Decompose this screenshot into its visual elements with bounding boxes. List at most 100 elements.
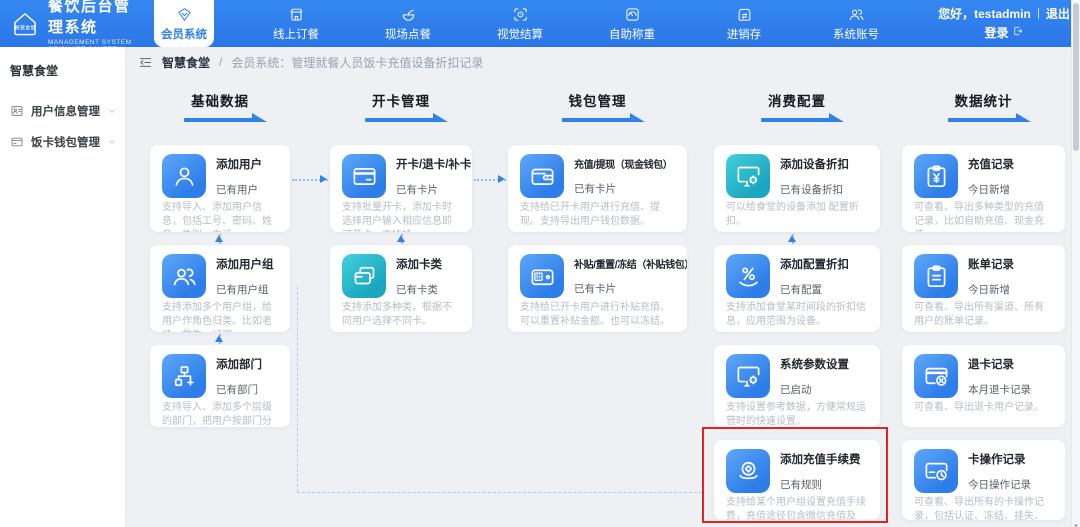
store-icon xyxy=(288,6,305,23)
card-description: 支持添加食堂某时间段的折扣信息，应用范围为设备。 xyxy=(726,302,866,328)
card-status: 已有设备折扣 xyxy=(780,184,843,196)
column-card-opening-management: 开卡管理开卡/退卡/补卡已有卡片支持批量开卡，添加卡时选择用户输入相应信息即可开… xyxy=(330,90,472,345)
column-title: 钱包管理 xyxy=(568,94,627,109)
sidebar-item-label: 饭卡钱包管理 xyxy=(31,136,100,149)
column-title: 消费配置 xyxy=(768,94,826,109)
card-description: 可查看、导出所有渠道、所有用户的账单记录。 xyxy=(914,302,1044,328)
card-meta: 添加部门 已有部门 xyxy=(216,354,262,398)
card-system-parameters[interactable]: 系统参数设置 已启动 支持设置参考数据，方便常规运营时的快速设置。 xyxy=(714,345,880,427)
card-add-user-group[interactable]: 添加用户组已有用户组支持添加多个用户组，给用户作角色归类。比如老师、学生、经理.… xyxy=(150,245,290,332)
header-arrow-bar xyxy=(184,113,267,122)
card-meta: 补贴/重置/冻结（补贴钱包） 已有卡片 xyxy=(574,254,687,298)
card-title: 添加用户组 xyxy=(216,259,274,271)
card-top: 补 补贴/重置/冻结（补贴钱包） 已有卡片 xyxy=(520,254,687,298)
breadcrumb: 智慧食堂 / 会员系统：管理就餐人员饭卡充值设备折扣记录 xyxy=(138,47,483,77)
card-status: 今日操作记录 xyxy=(968,479,1031,491)
svg-text:补: 补 xyxy=(535,272,541,280)
dish-icon xyxy=(400,6,417,23)
card-subsidy-reset-freeze[interactable]: 补 补贴/重置/冻结（补贴钱包） 已有卡片支持给已开卡用户进行补贴充值、可以重置补贴… xyxy=(508,245,687,332)
card-title: 账单记录 xyxy=(968,259,1014,271)
column-wallet-management: 钱包管理充值/提现（现金钱包） 已有卡片 支持给已开卡用户进行充值、提现。支持导出用… xyxy=(508,90,687,345)
nav-item-online-order[interactable]: 线上订餐 xyxy=(266,0,326,47)
nav-item-label: 系统账号 xyxy=(833,28,879,41)
card-card-operation-records[interactable]: 卡操作记录今日操作记录可查看、导出所有的卡操作记录，包括认证、冻结、挂失、作废等… xyxy=(902,440,1065,520)
card-open-return-reissue-card[interactable]: 开卡/退卡/补卡已有卡片支持批量开卡，添加卡时选择用户输入相应信息即可开卡。支持… xyxy=(330,145,472,232)
breadcrumb-separator: / xyxy=(219,55,223,69)
sidebar-item-user-info-management[interactable]: 用户信息管理 xyxy=(0,95,125,126)
member-system-dashboard: 智慧食堂 餐饮后台管理系统 MANAGEMENT SYSTEM OF SMART… xyxy=(0,0,1080,527)
card-meta: 添加配置折扣 已有配置 xyxy=(780,254,849,298)
column-data-statistics: 数据统计充值记录今日新增可查看、导出多种类型的充值记录，比如自助充值、现金充值、… xyxy=(902,90,1065,527)
card-description: 支持给某个用户组设置充值手续费，充值途径包含微信充值及现... xyxy=(726,497,866,520)
card-description: 可查看、导出所有的卡操作记录，包括认证、冻结、挂失、作废等。 xyxy=(914,497,1044,520)
card-recharge-withdraw[interactable]: 充值/提现（现金钱包） 已有卡片 支持给已开卡用户进行充值、提现。支持导出用户钱包数… xyxy=(508,145,687,232)
card-status: 已有卡片 xyxy=(574,183,616,195)
card-card-return-records[interactable]: 退卡记录 本月退卡记录 可查看、导出退卡用户记录。 xyxy=(902,345,1065,427)
card-bill-records[interactable]: 账单记录今日新增可查看、导出所有渠道、所有用户的账单记录。 xyxy=(902,245,1065,332)
user-greeting: 您好，testadmin xyxy=(938,6,1031,21)
card-status: 本月退卡记录 xyxy=(968,384,1031,396)
card-description: 支持添加多个用户组，给用户作角色归类。比如老师、学生、经理... xyxy=(162,302,272,332)
app-subtitle: MANAGEMENT SYSTEM OF SMART CANTEEN xyxy=(48,38,132,53)
card-add-department[interactable]: 添加部门已有部门支持导入、添加多个层级的部门，把用户按部门分类。比如人事部... xyxy=(150,345,290,427)
connector-opencard-to-recharge xyxy=(474,175,506,183)
device-gear-icon xyxy=(726,354,770,398)
card-add-card-type[interactable]: 添加卡类 已有卡类 支持添加多种类，根据不同用户选择不同卡。 xyxy=(330,245,472,332)
card-top: 添加充值手续费 已有规则 xyxy=(726,449,868,493)
connector-usergroup-to-fee-horizontal xyxy=(297,492,702,493)
nav-item-inventory[interactable]: 进销存 xyxy=(714,0,774,47)
card-meta: 添加设备折扣 已有设备折扣 xyxy=(780,154,849,198)
nav-item-label: 自助称重 xyxy=(609,28,655,41)
nav-item-label: 线上订餐 xyxy=(273,28,319,41)
scale-icon xyxy=(624,6,641,23)
card-clock-icon xyxy=(914,449,958,493)
card-top: 添加用户组 已有用户组 xyxy=(162,254,278,298)
nav-item-self-weighing[interactable]: 自助称重 xyxy=(602,0,662,47)
card-description: 可查看、导出多种类型的充值记录，比如自助充值、现金充值、... xyxy=(914,202,1044,232)
breadcrumb-root[interactable]: 智慧食堂 xyxy=(162,54,210,71)
nav-menu: 会员系统 线上订餐 现场点餐 视觉结算 自助称重 进销存 系统账号 xyxy=(154,0,938,47)
nav-item-label: 进销存 xyxy=(726,28,762,41)
column-basic-data: 基础数据添加用户已有用户支持导入、添加用户信息，包括工号、密码、姓名、性别、电话… xyxy=(150,90,290,440)
column-header-consumption-config: 消费配置 xyxy=(714,90,880,145)
card-description: 支持给已开卡用户进行补贴充值、可以重置补贴金额。也可以冻结。 xyxy=(520,302,670,328)
logo-text: 餐饮后台管理系统 MANAGEMENT SYSTEM OF SMART CANT… xyxy=(48,0,138,53)
user-info-icon xyxy=(10,104,24,118)
vip-diamond-icon xyxy=(176,6,193,23)
card-meta: 退卡记录 本月退卡记录 xyxy=(968,354,1031,398)
accounts-icon xyxy=(848,6,865,23)
collapse-sidebar-icon[interactable] xyxy=(138,55,153,70)
card-top: 充值/提现（现金钱包） 已有卡片 xyxy=(520,154,675,198)
card-status: 已有部门 xyxy=(216,384,258,396)
card-title: 卡操作记录 xyxy=(968,454,1026,466)
card-add-recharge-fee[interactable]: 添加充值手续费已有规则支持给某个用户组设置充值手续费，充值途径包含微信充值及现.… xyxy=(714,440,880,520)
card-add-config-discount[interactable]: 添加配置折扣 已有配置支持添加食堂某时间段的折扣信息，应用范围为设备。 xyxy=(714,245,880,332)
card-status: 已有卡片 xyxy=(396,184,438,196)
card-meta: 添加用户 已有用户 xyxy=(216,154,262,198)
card-top: 添加设备折扣 已有设备折扣 xyxy=(726,154,868,198)
app-logo: 智慧食堂 餐饮后台管理系统 MANAGEMENT SYSTEM OF SMART… xyxy=(0,0,150,53)
nav-item-member-system[interactable]: 会员系统 xyxy=(154,0,214,47)
divider xyxy=(1037,7,1039,19)
fee-hand-icon xyxy=(726,449,770,493)
vision-icon xyxy=(512,6,529,23)
nav-item-onsite-order[interactable]: 现场点餐 xyxy=(378,0,438,47)
nav-item-vision-checkout[interactable]: 视觉结算 xyxy=(490,0,550,47)
user-icon xyxy=(162,154,206,198)
card-recharge-records[interactable]: 充值记录今日新增可查看、导出多种类型的充值记录，比如自助充值、现金充值、... xyxy=(902,145,1065,232)
sidebar-item-card-wallet-management[interactable]: 饭卡钱包管理 xyxy=(0,126,125,157)
inventory-icon xyxy=(736,6,753,23)
nav-item-system-account[interactable]: 系统账号 xyxy=(826,0,886,47)
connector-usergroup-to-fee-vertical xyxy=(297,287,298,492)
card-status: 今日新增 xyxy=(968,284,1010,296)
card-x-icon xyxy=(914,354,958,398)
card-add-device-discount[interactable]: 添加设备折扣 已有设备折扣 可以给食堂的设备添加 配置折扣。 xyxy=(714,145,880,232)
card-meta: 账单记录 今日新增 xyxy=(968,254,1014,298)
header-arrow-bar xyxy=(561,113,645,122)
column-title: 开卡管理 xyxy=(372,94,430,109)
card-title: 添加部门 xyxy=(216,359,262,371)
scrollbar-down-button[interactable] xyxy=(1072,517,1080,527)
card-add-user[interactable]: 添加用户已有用户支持导入、添加用户信息，包括工号、密码、姓名、性别、电话。 xyxy=(150,145,290,232)
scrollbar-thumb[interactable] xyxy=(1073,3,1079,151)
card-top: 系统参数设置 已启动 xyxy=(726,354,868,398)
